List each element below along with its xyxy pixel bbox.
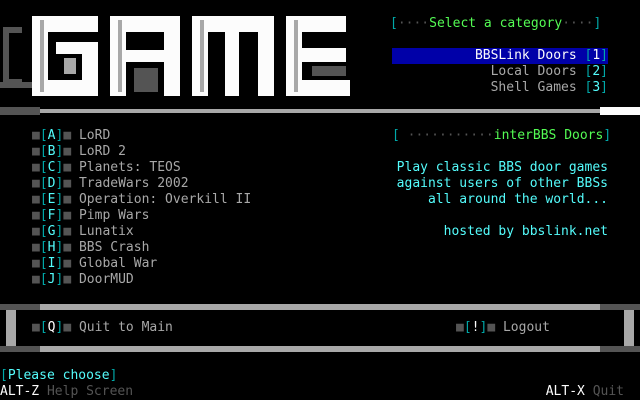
game-item[interactable]: ■[G]■ Lunatix (32, 224, 134, 240)
quit-hint: ALT-X Quit (545, 384, 624, 399)
game-item[interactable]: ■[F]■ Pimp Wars (32, 208, 149, 224)
top-divider (0, 104, 640, 115)
games-logo (0, 16, 350, 96)
category-header: [····Select a category····] (390, 16, 602, 31)
game-item[interactable]: ■[J]■ DoorMUD (32, 272, 134, 288)
interbbs-line: Play classic BBS door games (396, 160, 608, 175)
game-item[interactable]: ■[D]■ TradeWars 2002 (32, 176, 189, 192)
game-item[interactable]: ■[B]■ LoRD 2 (32, 144, 126, 160)
category-item-shell[interactable]: Shell Games [3] (392, 80, 608, 96)
interbbs-line: against users of other BBSs (396, 176, 608, 191)
interbbs-header: [ ···········interBBS Doors] (392, 128, 612, 143)
help-hint: ALT-Z Help Screen (0, 384, 134, 399)
game-item[interactable]: ■[I]■ Global War (32, 256, 157, 272)
game-item[interactable]: ■[H]■ BBS Crash (32, 240, 149, 256)
category-item-bbslink[interactable]: BBSLink Doors [1] (392, 48, 608, 64)
category-item-local[interactable]: Local Doors [2] (392, 64, 608, 80)
game-item[interactable]: ■[E]■ Operation: Overkill II (32, 192, 251, 208)
interbbs-hosted: hosted by bbslink.net (443, 224, 608, 239)
game-item[interactable]: ■[A]■ LoRD (32, 128, 110, 144)
quit-to-main-option[interactable]: ■[Q]■ Quit to Main (32, 320, 173, 336)
game-item[interactable]: ■[C]■ Planets: TEOS (32, 160, 181, 176)
logout-option[interactable]: ■[!]■ Logout (456, 320, 550, 336)
category-header-label: Select a category (429, 16, 563, 31)
interbbs-header-label: interBBS Doors (493, 128, 604, 143)
interbbs-line: all around the world... (427, 192, 608, 207)
command-prompt[interactable]: [Please choose] (0, 368, 117, 384)
